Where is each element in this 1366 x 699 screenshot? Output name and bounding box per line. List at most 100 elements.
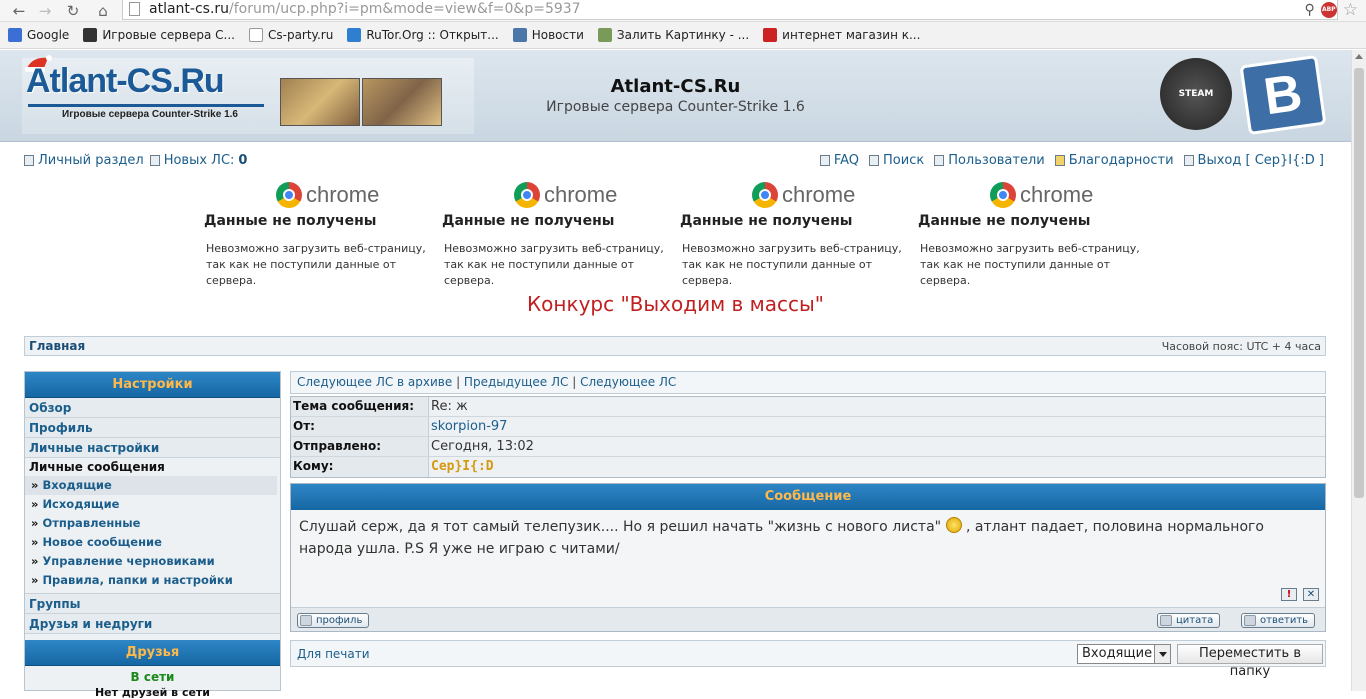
steam-label: STEAM [1178, 89, 1214, 99]
thanks-link[interactable]: Благодарности [1054, 153, 1174, 168]
logout-label: Выход [ Сер}I{:D ] [1197, 153, 1324, 168]
bookmark-item[interactable]: Игровые сервера С... [83, 28, 235, 42]
bookmark-item[interactable]: Google [8, 28, 69, 42]
table-row: Кому: Сер}I{:D [291, 457, 1325, 477]
quote-button-label: цитата [1176, 615, 1214, 626]
quote-button[interactable]: цитата [1157, 613, 1221, 628]
message-box: Сообщение Слушай серж, да я тот самый те… [290, 483, 1326, 632]
quote-icon [1160, 615, 1172, 626]
breadcrumb-home[interactable]: Главная [29, 339, 85, 353]
image-icon [597, 28, 612, 42]
move-to-folder-button[interactable]: Переместить в папку [1177, 644, 1323, 679]
profile-button[interactable]: профиль [297, 613, 370, 628]
home-icon[interactable]: ⌂ [94, 2, 112, 20]
sidebar-item-outbox[interactable]: » Исходящие [25, 495, 280, 514]
message-body: Слушай серж, да я тот самый телепузик...… [291, 510, 1325, 607]
bookmark-item[interactable]: Cs-party.ru [248, 28, 333, 42]
steam-icon[interactable]: STEAM [1160, 58, 1232, 130]
sidebar-item-inbox[interactable]: » Входящие [25, 476, 277, 495]
bookmark-item[interactable]: RuTor.Org :: Открыт... [347, 28, 499, 42]
pm-info-table: Тема сообщения: Re: ж От: skorpion-97 От… [290, 396, 1326, 478]
back-icon[interactable]: ← [10, 2, 28, 20]
personal-section-link[interactable]: Личный раздел [24, 153, 144, 168]
scroll-up-icon[interactable] [1355, 54, 1363, 59]
faq-link[interactable]: FAQ [819, 153, 860, 168]
url-path: /forum/ucp.php?i=pm&mode=view&f=0&p=5937 [229, 1, 581, 17]
forward-icon[interactable]: → [36, 2, 54, 20]
error-title: Данные не получены [680, 213, 853, 229]
new-pm-link[interactable]: Новых ЛС: 0 [149, 153, 247, 168]
contest-banner[interactable]: Конкурс "Выходим в массы" [0, 292, 1351, 316]
to-user-link[interactable]: Сер}I{:D [429, 457, 1325, 477]
table-row: От: skorpion-97 [291, 417, 1325, 437]
prev-pm-link[interactable]: Предыдущее ЛС [464, 375, 568, 389]
address-bar[interactable]: atlant-cs.ru/forum/ucp.php?i=pm&mode=vie… [122, 0, 1338, 20]
pm-view: Следующее ЛС в архиве | Предыдущее ЛС | … [290, 371, 1326, 679]
sidebar-pm-title: Личные сообщения [29, 460, 165, 474]
sidebar-item-label: Правила, папки и настройки [42, 573, 233, 587]
sidebar-item-drafts[interactable]: » Управление черновиками [25, 552, 280, 571]
sidebar-item-compose[interactable]: » Новое сообщение [25, 533, 280, 552]
logout-link[interactable]: Выход [ Сер}I{:D ] [1183, 153, 1324, 168]
screenshot-thumbnail-1 [280, 78, 360, 126]
top-navigation: Личный раздел Новых ЛС: 0 FAQ Поиск Польз… [24, 153, 1324, 169]
reply-icon [1244, 615, 1256, 626]
sent-label: Отправлено: [291, 437, 429, 456]
message-footer: профиль цитата ответить [291, 607, 1325, 631]
reload-icon[interactable]: ↻ [64, 2, 82, 20]
chrome-word: chrome [544, 182, 618, 207]
users-label: Пользователи [948, 153, 1045, 168]
delete-button[interactable]: ✕ [1303, 588, 1319, 601]
ucp-sidebar: Настройки Обзор Профиль Личные настройки… [24, 371, 281, 699]
print-link[interactable]: Для печати [297, 647, 370, 661]
search-icon [869, 155, 880, 166]
sidebar-item-friends-foes[interactable]: Друзья и недруги [25, 614, 280, 634]
vk-icon[interactable]: B [1239, 54, 1327, 136]
users-link[interactable]: Пользователи [934, 153, 1045, 168]
next-pm-link[interactable]: Следующее ЛС [580, 375, 676, 389]
from-user-link[interactable]: skorpion-97 [429, 417, 1325, 436]
table-row: Отправлено: Сегодня, 13:02 [291, 437, 1325, 457]
sidebar-item-rules-folders[interactable]: » Правила, папки и настройки [25, 571, 280, 590]
bookmark-label: Google [27, 28, 70, 42]
bookmark-label: Новости [531, 28, 584, 42]
page-scrollbar[interactable] [1351, 50, 1366, 691]
message-text-1: Слушай серж, да я тот самый телепузик...… [299, 519, 942, 535]
chrome-error-panel: chrome Данные не получены Невозможно заг… [918, 182, 1144, 289]
sidebar-item-sent[interactable]: » Отправленные [25, 514, 280, 533]
help-icon [819, 155, 830, 166]
bookmark-item[interactable]: Залить Картинку - ... [597, 28, 750, 42]
error-body: Невозможно загрузить веб-страницу, так к… [682, 242, 902, 287]
folder-select-value: Входящие [1082, 646, 1153, 661]
next-pm-archive-link[interactable]: Следующее ЛС в архиве [297, 375, 452, 389]
bookmark-label: Залить Картинку - ... [616, 28, 750, 42]
scrollbar-thumb[interactable] [1354, 68, 1364, 498]
sidebar-item-overview[interactable]: Обзор [25, 398, 280, 418]
error-body: Невозможно загрузить веб-страницу, так к… [206, 242, 426, 287]
report-button[interactable]: ! [1281, 588, 1297, 601]
zoom-icon[interactable]: ⚲ [1304, 2, 1314, 18]
chrome-icon [990, 182, 1016, 208]
bookmark-label: интернет магазин к... [782, 28, 921, 42]
logo-text: Atlant-CS.Ru [26, 62, 225, 100]
message-header: Сообщение [291, 484, 1325, 510]
sidebar-item-profile[interactable]: Профиль [25, 418, 280, 438]
logo-underline [28, 104, 264, 107]
adblock-icon[interactable]: ABP [1320, 2, 1337, 18]
bookmark-star-icon[interactable]: ☆ [1343, 1, 1358, 19]
page-icon [129, 2, 140, 16]
folder-select[interactable]: Входящие [1077, 644, 1171, 664]
url-host: atlant-cs.ru [149, 1, 230, 17]
bookmark-label: RuTor.Org :: Открыт... [366, 28, 499, 42]
site-header: Atlant-CS.Ru Игровые сервера Counter-Str… [0, 50, 1351, 142]
bookmark-item[interactable]: интернет магазин к... [763, 28, 920, 42]
smiley-icon [945, 517, 962, 533]
bookmark-item[interactable]: Новости [512, 28, 584, 42]
reply-button[interactable]: ответить [1241, 613, 1316, 628]
site-logo[interactable]: Atlant-CS.Ru Игровые сервера Counter-Str… [22, 55, 474, 134]
search-link[interactable]: Поиск [869, 153, 924, 168]
friends-header: Друзья [25, 640, 280, 666]
sidebar-item-groups[interactable]: Группы [25, 594, 280, 614]
faq-label: FAQ [833, 153, 860, 168]
sidebar-item-personal-settings[interactable]: Личные настройки [25, 438, 280, 458]
